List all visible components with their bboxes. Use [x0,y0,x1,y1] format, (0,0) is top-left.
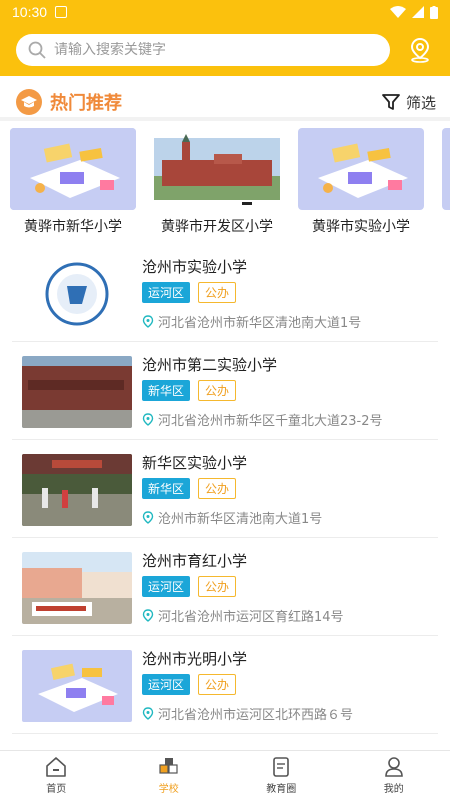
school-row[interactable]: 沧州市育红小学 运河区 公办 河北省沧州市运河区育红路14号 [12,538,438,636]
location-icon [142,314,154,328]
district-tag: 新华区 [142,478,191,499]
graduation-cap-icon [16,89,42,115]
school-name: 沧州市育红小学 [142,552,248,570]
home-icon [46,757,67,777]
tab-school[interactable]: 学校 [113,751,226,800]
featured-carousel[interactable]: 黄骅市新华小学 黄骅市开发区小学 黄骅市实验小学 [0,128,450,238]
address-text: 沧州市新华区清池南大道1号 [158,512,323,527]
type-tag: 公办 [198,576,237,597]
featured-card[interactable]: 黄骅市新华小学 [10,128,136,236]
school-name: 沧州市光明小学 [142,650,248,668]
address-text: 河北省沧州市新华区清池南大道1号 [158,316,362,331]
profile-icon [384,757,403,777]
school-photo [22,356,132,428]
filter-label: 筛选 [405,93,436,112]
location-icon [142,608,154,622]
school-illustration [10,128,136,210]
filter-button[interactable]: 筛选 [382,92,436,113]
search-icon [28,41,46,59]
type-tag: 公办 [198,380,237,401]
school-tags: 运河区 公办 [142,282,237,303]
school-illustration [22,650,132,722]
school-row[interactable]: 新华区实验小学 新华区 公办 沧州市新华区清池南大道1号 [12,440,438,538]
status-time: 10:30 [12,4,48,20]
tab-label: 我的 [383,784,404,795]
school-name: 沧州市第二实验小学 [142,356,278,374]
school-building-photo [154,128,280,210]
school-tags: 新华区 公办 [142,478,237,499]
tab-home[interactable]: 首页 [0,751,113,800]
divider [0,117,450,121]
featured-name: 黄骅市开发区小学 [161,219,273,235]
school-logo [22,258,132,330]
featured-card[interactable]: 黄骅市实验小学 [298,128,424,236]
featured-card[interactable]: 黄骅市开发区小学 [154,128,280,236]
tab-profile[interactable]: 我的 [338,751,450,800]
school-name: 新华区实验小学 [142,454,248,472]
district-tag: 运河区 [142,282,191,303]
signal-icon [412,6,424,18]
filter-icon [382,94,400,110]
school-row[interactable]: 沧州市第二实验小学 新华区 公办 河北省沧州市新华区千童北大道23-2号 [12,342,438,440]
status-bar: 10:30 [0,0,450,24]
school-list: 沧州市实验小学 运河区 公办 河北省沧州市新华区清池南大道1号 沧州市第二实验小… [0,244,450,734]
top-header [0,24,450,76]
search-box[interactable] [16,34,390,66]
school-row[interactable]: 沧州市实验小学 运河区 公办 河北省沧州市新华区清池南大道1号 [12,244,438,342]
section-title: 热门推荐 [50,93,122,114]
address-text: 河北省沧州市新华区千童北大道23-2号 [158,414,383,429]
school-tags: 运河区 公办 [142,576,237,597]
school-tags: 运河区 公办 [142,674,237,695]
featured-name: 黄骅市新华小学 [24,219,122,235]
school-row[interactable]: 沧州市光明小学 运河区 公办 河北省沧州市运河区北环西路６号 [12,636,438,734]
tab-label: 教育圈 [266,784,297,795]
hot-recommend-header: 热门推荐 筛选 [0,84,450,120]
type-tag: 公办 [198,674,237,695]
search-input[interactable] [54,42,378,58]
school-address: 河北省沧州市运河区北环西路６号 [142,704,353,723]
district-tag: 运河区 [142,576,191,597]
school-illustration [298,128,424,210]
tab-label: 学校 [158,784,179,795]
school-address: 河北省沧州市新华区千童北大道23-2号 [142,410,383,429]
location-button[interactable] [404,34,436,66]
type-tag: 公办 [198,282,237,303]
type-tag: 公办 [198,478,237,499]
tab-edu-circle[interactable]: 教育圈 [225,751,338,800]
school-photo [22,454,132,526]
school-address: 沧州市新华区清池南大道1号 [142,508,322,527]
battery-icon [430,5,438,19]
location-pin-icon [410,37,430,63]
edu-circle-icon [273,757,290,777]
district-tag: 新华区 [142,380,191,401]
featured-name: 黄骅市实验小学 [312,219,410,235]
school-address: 河北省沧州市运河区育红路14号 [142,606,344,625]
wifi-icon [390,6,406,18]
district-tag: 运河区 [142,674,191,695]
bottom-tab-bar: 首页 学校 教育圈 我的 [0,750,450,800]
location-icon [142,412,154,426]
tab-label: 首页 [46,784,67,795]
school-illustration [442,128,450,210]
notification-icon [55,6,68,18]
location-icon [142,706,154,720]
school-address: 河北省沧州市新华区清池南大道1号 [142,312,361,331]
featured-card-partial[interactable] [442,128,450,210]
address-text: 河北省沧州市运河区育红路14号 [158,610,344,625]
location-icon [142,510,154,524]
school-photo [22,552,132,624]
address-text: 河北省沧州市运河区北环西路６号 [158,708,354,723]
school-name: 沧州市实验小学 [142,258,248,276]
school-tags: 新华区 公办 [142,380,237,401]
school-icon [159,758,178,774]
